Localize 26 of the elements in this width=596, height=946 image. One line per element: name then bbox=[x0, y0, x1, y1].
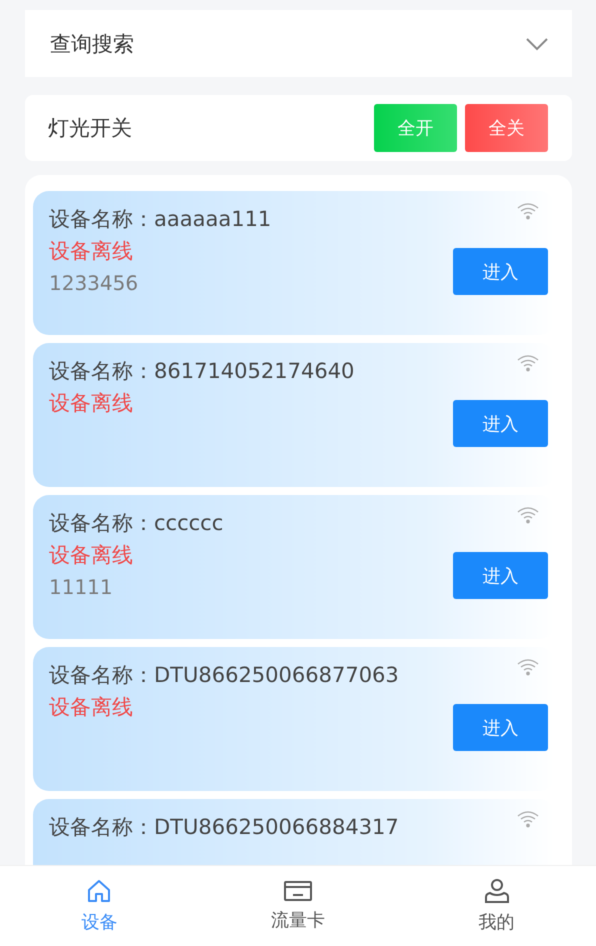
panel-title: 灯光开关 bbox=[48, 115, 133, 142]
device-name: 设备名称：aaaaaa111 bbox=[49, 206, 272, 233]
chevron-icon[interactable] bbox=[526, 36, 548, 50]
device-name: 设备名称：861714052174640 bbox=[49, 358, 354, 385]
device-status: 设备离线 bbox=[49, 542, 133, 569]
all-on-button[interactable]: 全开 bbox=[374, 104, 457, 152]
tab[interactable]: 设备 bbox=[0, 866, 199, 946]
device-note: 11111 bbox=[49, 574, 113, 601]
panel-title: 查询搜索 bbox=[50, 30, 134, 58]
tab[interactable]: 流量卡 bbox=[198, 866, 398, 946]
all-off-button[interactable]: 全关 bbox=[465, 104, 548, 152]
tab[interactable]: 我的 bbox=[397, 866, 596, 946]
enter-button[interactable]: 进入 bbox=[453, 704, 548, 751]
device-name: 设备名称：cccccc bbox=[49, 510, 224, 537]
device-name: 设备名称：DTU866250066884317 bbox=[49, 814, 399, 841]
home-icon bbox=[86, 878, 112, 904]
device-status: 设备离线 bbox=[49, 238, 133, 265]
user-icon bbox=[484, 878, 510, 904]
device-status: 设备离线 bbox=[49, 390, 133, 417]
enter-button[interactable]: 进入 bbox=[453, 552, 548, 599]
device-note: 1233456 bbox=[49, 270, 138, 297]
card-icon bbox=[284, 880, 312, 902]
device-status: 设备离线 bbox=[49, 694, 133, 721]
enter-button[interactable]: 进入 bbox=[453, 400, 548, 447]
device-name: 设备名称：DTU866250066877063 bbox=[49, 662, 399, 689]
enter-button[interactable]: 进入 bbox=[453, 248, 548, 295]
